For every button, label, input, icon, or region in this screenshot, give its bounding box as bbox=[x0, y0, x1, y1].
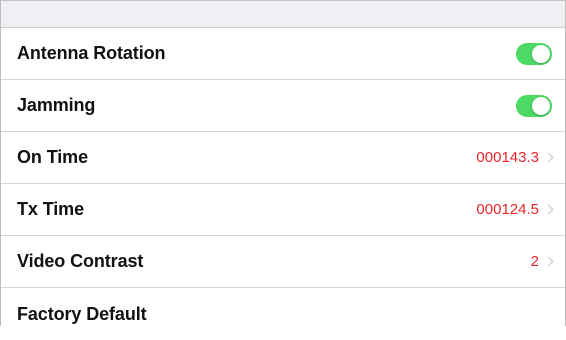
tx-time-value-group: 000124.5 bbox=[476, 201, 554, 218]
toggle-knob bbox=[532, 44, 550, 63]
factory-default-row[interactable]: Factory Default bbox=[1, 288, 565, 340]
settings-panel: Antenna Rotation Jamming On Time 000143.… bbox=[0, 0, 566, 326]
section-header bbox=[1, 1, 565, 28]
video-contrast-value: 2 bbox=[530, 253, 539, 270]
on-time-value-group: 000143.3 bbox=[476, 149, 554, 166]
tx-time-row[interactable]: Tx Time 000124.5 bbox=[1, 184, 565, 236]
video-contrast-value-group: 2 bbox=[531, 253, 554, 270]
on-time-label: On Time bbox=[17, 147, 88, 167]
on-time-value: 000143.3 bbox=[476, 149, 539, 166]
antenna-rotation-label: Antenna Rotation bbox=[17, 43, 166, 63]
chevron-right-icon bbox=[543, 204, 554, 215]
jamming-label: Jamming bbox=[17, 95, 96, 115]
toggle-knob bbox=[532, 96, 550, 115]
on-time-row[interactable]: On Time 000143.3 bbox=[1, 132, 565, 184]
chevron-right-icon bbox=[543, 152, 554, 163]
chevron-right-icon bbox=[543, 256, 554, 267]
jamming-toggle[interactable] bbox=[516, 94, 552, 117]
tx-time-label: Tx Time bbox=[17, 199, 84, 219]
antenna-rotation-row: Antenna Rotation bbox=[1, 28, 565, 80]
video-contrast-row[interactable]: Video Contrast 2 bbox=[1, 236, 565, 288]
settings-list: Antenna Rotation Jamming On Time 000143.… bbox=[1, 28, 565, 340]
jamming-row: Jamming bbox=[1, 80, 565, 132]
factory-default-label: Factory Default bbox=[17, 303, 147, 324]
video-contrast-label: Video Contrast bbox=[17, 251, 144, 271]
tx-time-value: 000124.5 bbox=[476, 201, 539, 218]
antenna-rotation-toggle[interactable] bbox=[516, 42, 552, 65]
